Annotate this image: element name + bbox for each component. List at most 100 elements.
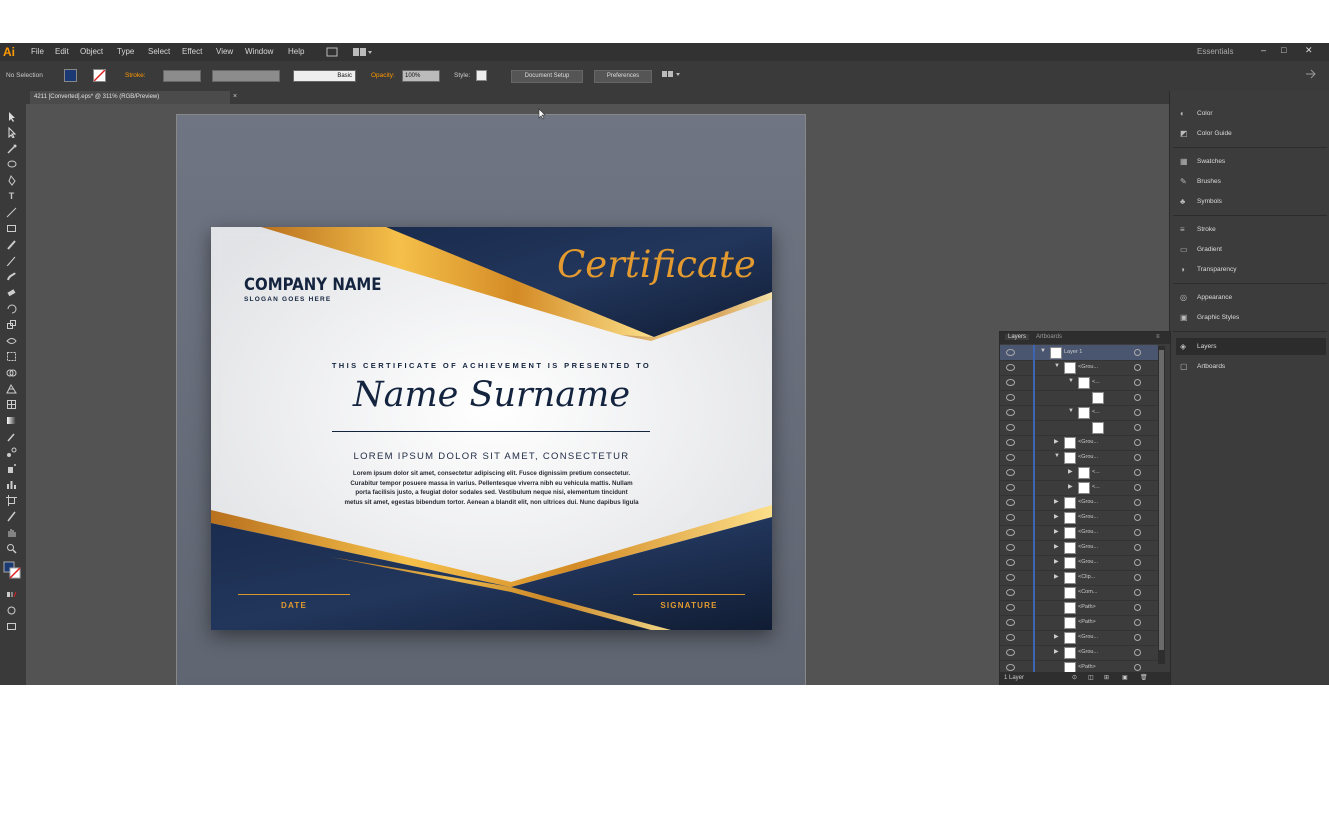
expand-triangle-icon[interactable]: ▶	[1054, 528, 1059, 535]
expand-triangle-icon[interactable]: ▶	[1068, 483, 1073, 490]
variable-width-dropdown[interactable]	[212, 70, 280, 82]
layer-row[interactable]: ▼ Layer 1	[1000, 345, 1158, 361]
collapse-triangle-icon[interactable]: ▼	[1040, 348, 1046, 354]
menu-object[interactable]: Object	[80, 47, 103, 56]
paintbrush-tool-icon[interactable]	[6, 239, 17, 250]
target-circle-icon[interactable]	[1134, 514, 1141, 521]
canvas[interactable]: COMPANY NAME SLOGAN GOES HERE Certificat…	[26, 104, 1169, 685]
visibility-eye-icon[interactable]	[1006, 649, 1015, 656]
visibility-eye-icon[interactable]	[1006, 364, 1015, 371]
mesh-tool-icon[interactable]	[6, 399, 17, 410]
panel-menu-icon[interactable]	[1305, 69, 1317, 81]
expand-triangle-icon[interactable]: ▶	[1054, 498, 1059, 505]
target-circle-icon[interactable]	[1134, 409, 1141, 416]
type-tool-icon[interactable]: T	[6, 191, 17, 202]
panel-color[interactable]: ◐ Color	[1176, 105, 1326, 122]
panel-gradient[interactable]: ▭ Gradient	[1176, 241, 1326, 258]
panel-menu-icon[interactable]: ≡	[1156, 334, 1160, 340]
visibility-eye-icon[interactable]	[1006, 409, 1015, 416]
document-setup-button[interactable]: Document Setup	[511, 70, 583, 83]
blend-tool-icon[interactable]	[6, 447, 17, 458]
shape-builder-tool-icon[interactable]	[6, 367, 17, 378]
expand-triangle-icon[interactable]: ▶	[1054, 633, 1059, 640]
target-circle-icon[interactable]	[1134, 439, 1141, 446]
visibility-eye-icon[interactable]	[1006, 664, 1015, 671]
eraser-tool-icon[interactable]	[6, 287, 17, 298]
layer-row[interactable]: ▶ <Grou...	[1000, 645, 1158, 661]
color-mode-icon[interactable]	[6, 589, 17, 600]
target-circle-icon[interactable]	[1134, 484, 1141, 491]
target-circle-icon[interactable]	[1134, 454, 1141, 461]
tab-artboards[interactable]: Artboards	[1036, 334, 1062, 340]
layer-row[interactable]: ▶ <Grou...	[1000, 435, 1158, 451]
visibility-eye-icon[interactable]	[1006, 619, 1015, 626]
panel-stroke[interactable]: ≡ Stroke	[1176, 221, 1326, 238]
target-circle-icon[interactable]	[1134, 544, 1141, 551]
target-circle-icon[interactable]	[1134, 364, 1141, 371]
target-circle-icon[interactable]	[1134, 619, 1141, 626]
document-tab[interactable]: 4211 [Converted].eps* @ 311% (RGB/Previe…	[30, 91, 230, 104]
visibility-eye-icon[interactable]	[1006, 439, 1015, 446]
zoom-tool-icon[interactable]	[6, 543, 17, 554]
target-circle-icon[interactable]	[1134, 394, 1141, 401]
collapse-triangle-icon[interactable]: ▼	[1054, 363, 1060, 369]
screen-mode-icon[interactable]	[6, 621, 17, 632]
visibility-eye-icon[interactable]	[1006, 349, 1015, 356]
selection-tool-icon[interactable]	[6, 111, 17, 122]
visibility-eye-icon[interactable]	[1006, 604, 1015, 611]
visibility-eye-icon[interactable]	[1006, 379, 1015, 386]
target-circle-icon[interactable]	[1134, 379, 1141, 386]
layer-row[interactable]: ▶ <Grou...	[1000, 525, 1158, 541]
stroke-weight-dropdown[interactable]	[163, 70, 201, 82]
target-circle-icon[interactable]	[1134, 664, 1141, 671]
visibility-eye-icon[interactable]	[1006, 484, 1015, 491]
pencil-tool-icon[interactable]	[6, 255, 17, 267]
target-circle-icon[interactable]	[1134, 499, 1141, 506]
target-circle-icon[interactable]	[1134, 529, 1141, 536]
visibility-eye-icon[interactable]	[1006, 589, 1015, 596]
fill-swatch[interactable]	[64, 69, 77, 82]
visibility-eye-icon[interactable]	[1006, 469, 1015, 476]
layer-row[interactable]: <Path>	[1000, 615, 1158, 631]
artboard[interactable]: COMPANY NAME SLOGAN GOES HERE Certificat…	[176, 114, 806, 685]
opacity-input[interactable]: 100%	[402, 70, 440, 82]
hand-tool-icon[interactable]	[6, 527, 17, 538]
collapse-triangle-icon[interactable]: ▼	[1054, 453, 1060, 459]
expand-triangle-icon[interactable]: ▶	[1054, 573, 1059, 580]
free-transform-tool-icon[interactable]	[6, 351, 17, 362]
target-circle-icon[interactable]	[1134, 469, 1141, 476]
layer-row[interactable]: ▼ <...	[1000, 405, 1158, 421]
artboard-tool-icon[interactable]	[6, 495, 17, 506]
panel-graphic-styles[interactable]: ▣ Graphic Styles	[1176, 309, 1326, 326]
direct-selection-tool-icon[interactable]	[6, 126, 17, 139]
maximize-button[interactable]: □	[1281, 45, 1286, 55]
menu-help[interactable]: Help	[288, 47, 304, 56]
layer-row[interactable]: ▶ <...	[1000, 480, 1158, 496]
panel-transparency[interactable]: ◑ Transparency	[1176, 261, 1326, 278]
expand-triangle-icon[interactable]: ▶	[1054, 543, 1059, 550]
locate-object-icon[interactable]: ⊙	[1072, 674, 1077, 681]
panel-swatches[interactable]: ▦ Swatches	[1176, 153, 1326, 170]
expand-triangle-icon[interactable]: ▶	[1068, 468, 1073, 475]
target-circle-icon[interactable]	[1134, 649, 1141, 656]
opacity-label[interactable]: Opacity:	[371, 72, 395, 79]
panel-appearance[interactable]: ◎ Appearance	[1176, 289, 1326, 306]
make-clipping-mask-icon[interactable]: ◫	[1088, 674, 1094, 681]
visibility-eye-icon[interactable]	[1006, 499, 1015, 506]
brush-dropdown[interactable]: Basic	[293, 70, 356, 82]
blob-brush-tool-icon[interactable]	[6, 271, 17, 282]
layer-row[interactable]: ▶ <Grou...	[1000, 540, 1158, 556]
target-circle-icon[interactable]	[1134, 424, 1141, 431]
stroke-label[interactable]: Stroke:	[125, 72, 146, 79]
target-circle-icon[interactable]	[1134, 589, 1141, 596]
visibility-eye-icon[interactable]	[1006, 454, 1015, 461]
width-tool-icon[interactable]	[6, 335, 17, 346]
target-circle-icon[interactable]	[1134, 574, 1141, 581]
certificate-artwork[interactable]: COMPANY NAME SLOGAN GOES HERE Certificat…	[211, 227, 772, 630]
rectangle-tool-icon[interactable]	[6, 223, 17, 234]
preferences-button[interactable]: Preferences	[594, 70, 652, 83]
scrollbar-thumb[interactable]	[1159, 350, 1164, 650]
layer-row[interactable]: <Path>	[1000, 600, 1158, 616]
menu-window[interactable]: Window	[245, 47, 273, 56]
visibility-eye-icon[interactable]	[1006, 634, 1015, 641]
